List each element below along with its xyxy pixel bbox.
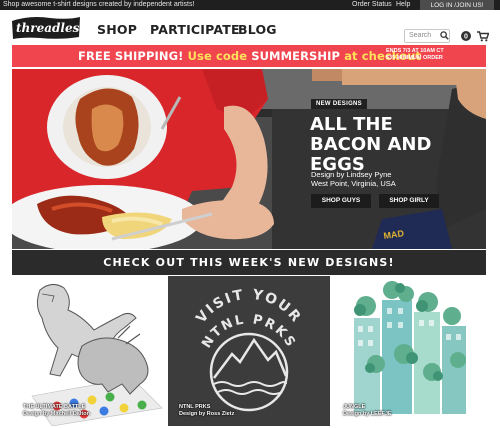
site-tagline: Shop awesome t-shirt designs created by … <box>3 1 195 8</box>
new-designs-heading[interactable]: CHECK OUT THIS WEEK'S NEW DESIGNS! <box>12 250 486 275</box>
design-tile-jungle[interactable]: JUNGLE Design by LEEFJE <box>332 276 486 426</box>
hero-byline: Design by Lindsey Pyne West Point, Virgi… <box>311 170 396 188</box>
promo-fine-line-2: $35 MINIMUM ORDER <box>386 55 443 61</box>
nav-blog[interactable]: BLOG <box>238 22 277 37</box>
promo-fine-print: ENDS 7/3 AT 10AM CT $35 MINIMUM ORDER <box>386 48 444 62</box>
cart-icon[interactable] <box>477 31 489 42</box>
order-status-link[interactable]: Order Status <box>352 0 392 10</box>
threadless-logo[interactable]: threadless <box>10 15 82 41</box>
promo-code: SUMMERSHIP <box>251 49 341 63</box>
hero-title: ALL THE BACON AND EGGS <box>310 115 480 175</box>
promo-text: FREE SHIPPING! Use code SUMMERSHIP at ch… <box>78 49 421 63</box>
design-tile-ultimate-battle[interactable]: THE ULTIMATE BATTLE Design by Mitchell D… <box>12 276 166 426</box>
tile-designer: Design by Ross Zietz <box>179 411 235 417</box>
tile-title: THE ULTIMATE BATTLE <box>23 404 86 410</box>
tile-title: JUNGLE <box>343 404 366 410</box>
promo-lead: FREE SHIPPING! <box>78 49 184 63</box>
logo-text: threadless <box>16 21 82 35</box>
hero-title-line-2: BACON AND <box>310 134 432 155</box>
tile-caption: NTNL PRKS Design by Ross Zietz <box>179 404 234 418</box>
help-link[interactable]: Help <box>396 0 410 10</box>
hero-title-line-1: ALL THE <box>310 114 393 135</box>
cart-count: 0 <box>464 34 468 41</box>
tile-designer: Design by Mitchell Dalton <box>23 411 90 417</box>
tile-caption: THE ULTIMATE BATTLE Design by Mitchell D… <box>23 404 90 418</box>
nav-participate[interactable]: PARTICIPATE <box>150 22 240 37</box>
tile-designer: Design by LEEFJE <box>343 411 392 417</box>
shop-girly-button[interactable]: SHOP GIRLY <box>379 194 439 208</box>
design-tile-ntnl-prks[interactable]: VISIT YOUR NTNL PRKS NTNL PRKS Design by… <box>168 276 330 426</box>
tile-title: NTNL PRKS <box>179 404 211 410</box>
promo-fine-line-1: ENDS 7/3 AT 10AM CT <box>386 48 444 54</box>
cart-count-badge[interactable]: 0 <box>460 30 472 42</box>
nav-shop[interactable]: SHOP <box>97 22 137 37</box>
shop-guys-button[interactable]: SHOP GUYS <box>311 194 371 208</box>
new-designs-badge: NEW DESIGNS <box>311 99 367 109</box>
tile-caption: JUNGLE Design by LEEFJE <box>343 404 392 418</box>
site-header: threadless SHOP PARTICIPATE BLOG Search … <box>0 10 500 45</box>
search-icon[interactable] <box>440 31 449 40</box>
top-utility-bar: Shop awesome t-shirt designs created by … <box>0 0 500 11</box>
hero-designer: Design by Lindsey Pyne <box>311 170 392 179</box>
hero-banner[interactable]: MAD NEW DESIGNS ALL THE BACON AND EGGS D… <box>12 69 486 249</box>
hero-location: West Point, Virginia, USA <box>311 179 396 188</box>
free-shipping-banner[interactable]: FREE SHIPPING! Use code SUMMERSHIP at ch… <box>12 45 486 67</box>
promo-use-code: Use code <box>187 49 248 63</box>
